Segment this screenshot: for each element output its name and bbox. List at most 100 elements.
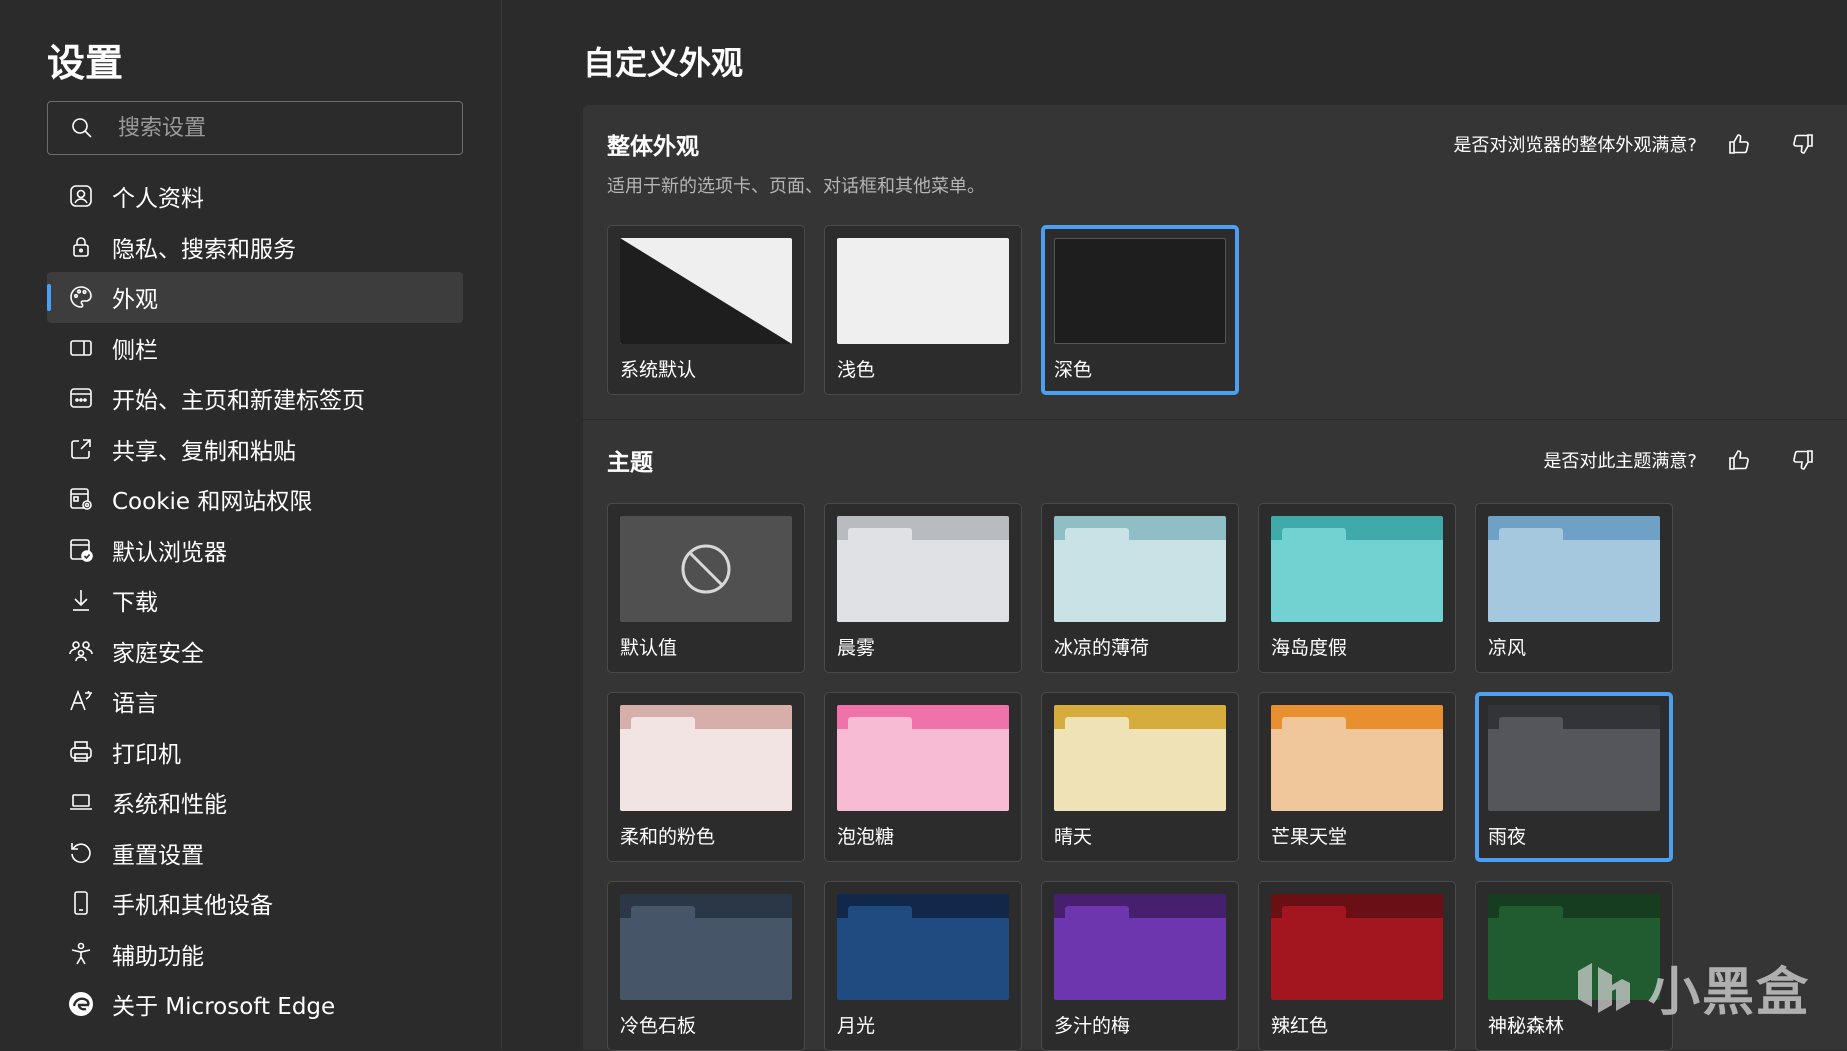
section-divider [583,419,1847,420]
appearance-panel: 整体外观 适用于新的选项卡、页面、对话框和其他菜单。 是否对浏览器的整体外观满意… [583,105,1847,1051]
sidebar-item-label: 外观 [112,287,158,314]
theme-card[interactable]: 雨夜 [1475,692,1673,862]
appearance-option-system[interactable]: 系统默认 [607,225,805,395]
sidebar-item-label: 共享、复制和粘贴 [112,438,296,465]
settings-nav: 个人资料 隐私、搜索和服务 外观 侧栏 开始、主页和新建标签页 共享、复制和粘贴… [47,171,463,1030]
edge-icon [67,990,95,1018]
theme-card[interactable]: 晨雾 [824,503,1022,673]
sidebar-item-language[interactable]: 语言 [47,676,463,727]
sidebar-item-label: Cookie 和网站权限 [112,489,313,516]
theme-label: 雨夜 [1488,826,1527,848]
appearance-option-label: 深色 [1054,359,1093,381]
sidebar-item-label: 辅助功能 [112,943,204,970]
sidebar-item-start-home[interactable]: 开始、主页和新建标签页 [47,373,463,424]
theme-preview [1488,705,1660,811]
sidebar-item-cookies[interactable]: Cookie 和网站权限 [47,474,463,525]
sidebar-item-label: 系统和性能 [112,792,227,819]
thumbs-up-icon[interactable] [1719,440,1759,480]
sidebar-item-default-browser[interactable]: 默认浏览器 [47,525,463,576]
overall-appearance-description: 适用于新的选项卡、页面、对话框和其他菜单。 [607,176,985,197]
search-input[interactable] [118,108,462,148]
sidebar-item-label: 重置设置 [112,842,204,869]
appearance-option-label: 浅色 [837,359,876,381]
sidebar-item-profile[interactable]: 个人资料 [47,171,463,222]
no-theme-icon [681,544,731,594]
preview-dark [1054,238,1226,344]
cookie-icon [67,485,95,513]
appearance-option-dark[interactable]: 深色 [1041,225,1239,395]
accessibility-icon [67,940,95,968]
sidebar-item-phone[interactable]: 手机和其他设备 [47,878,463,929]
sidebar-item-label: 隐私、搜索和服务 [112,236,296,263]
sidebar-item-label: 开始、主页和新建标签页 [112,388,365,415]
thumbs-down-icon[interactable] [1783,124,1823,164]
sidebar-item-share[interactable]: 共享、复制和粘贴 [47,424,463,475]
theme-label: 芒果天堂 [1271,826,1348,848]
themes-heading: 主题 [607,450,653,476]
thumbs-up-icon[interactable] [1719,124,1759,164]
theme-preview [837,516,1009,622]
profile-icon [67,182,95,210]
theme-preview [620,705,792,811]
theme-label: 柔和的粉色 [620,826,716,848]
watermark-logo-icon [1572,953,1636,1023]
theme-card[interactable]: 柔和的粉色 [607,692,805,862]
theme-card[interactable]: 海岛度假 [1258,503,1456,673]
theme-card[interactable]: 辣红色 [1258,881,1456,1051]
sidebar-item-privacy[interactable]: 隐私、搜索和服务 [47,222,463,273]
watermark-text: 小黑盒 [1648,963,1811,1023]
theme-card[interactable]: 默认值 [607,503,805,673]
theme-preview [620,894,792,1000]
theme-card[interactable]: 冷色石板 [607,881,805,1051]
reset-icon [67,839,95,867]
appearance-option-light[interactable]: 浅色 [824,225,1022,395]
sidebar-item-label: 个人资料 [112,186,204,213]
theme-label: 默认值 [620,637,678,659]
sidebar-item-printers[interactable]: 打印机 [47,727,463,778]
search-box[interactable] [47,101,463,155]
theme-card[interactable]: 晴天 [1041,692,1239,862]
theme-preview [1271,516,1443,622]
palette-icon [67,283,95,311]
theme-feedback: 是否对此主题满意? [1543,440,1847,480]
theme-card[interactable]: 月光 [824,881,1022,1051]
sidebar-item-accessibility[interactable]: 辅助功能 [47,929,463,980]
theme-preview [1054,516,1226,622]
sidebar-item-reset[interactable]: 重置设置 [47,828,463,879]
page-title: 自定义外观 [583,44,744,82]
theme-label: 冷色石板 [620,1015,697,1037]
theme-preview [1054,705,1226,811]
theme-card[interactable]: 多汁的梅 [1041,881,1239,1051]
theme-feedback-question: 是否对此主题满意? [1543,451,1697,472]
theme-card[interactable]: 冰凉的薄荷 [1041,503,1239,673]
sidebar-item-label: 家庭安全 [112,640,204,667]
theme-label: 海岛度假 [1271,637,1348,659]
theme-preview [1054,894,1226,1000]
sidebar-item-sidebar[interactable]: 侧栏 [47,323,463,374]
sidebar-icon [67,334,95,362]
sidebar-item-appearance[interactable]: 外观 [47,272,463,323]
theme-label: 晴天 [1054,826,1093,848]
theme-card[interactable]: 凉风 [1475,503,1673,673]
theme-label: 神秘森林 [1488,1015,1565,1037]
sidebar-item-system[interactable]: 系统和性能 [47,777,463,828]
printer-icon [67,738,95,766]
search-icon [70,116,94,140]
theme-label: 泡泡糖 [837,826,895,848]
sidebar-item-label: 侧栏 [112,337,158,364]
theme-preview [837,894,1009,1000]
settings-sidebar: 设置 个人资料 隐私、搜索和服务 外观 [0,0,502,1050]
thumbs-down-icon[interactable] [1783,440,1823,480]
share-icon [67,435,95,463]
theme-preview [837,705,1009,811]
laptop-icon [67,788,95,816]
sidebar-item-family[interactable]: 家庭安全 [47,626,463,677]
theme-card[interactable]: 芒果天堂 [1258,692,1456,862]
sidebar-item-about[interactable]: 关于 Microsoft Edge [47,979,463,1030]
theme-label: 晨雾 [837,637,876,659]
sidebar-item-label: 下载 [112,590,158,617]
sidebar-item-downloads[interactable]: 下载 [47,575,463,626]
overall-appearance-heading: 整体外观 [607,134,699,160]
theme-card[interactable]: 泡泡糖 [824,692,1022,862]
theme-label: 多汁的梅 [1054,1015,1131,1037]
